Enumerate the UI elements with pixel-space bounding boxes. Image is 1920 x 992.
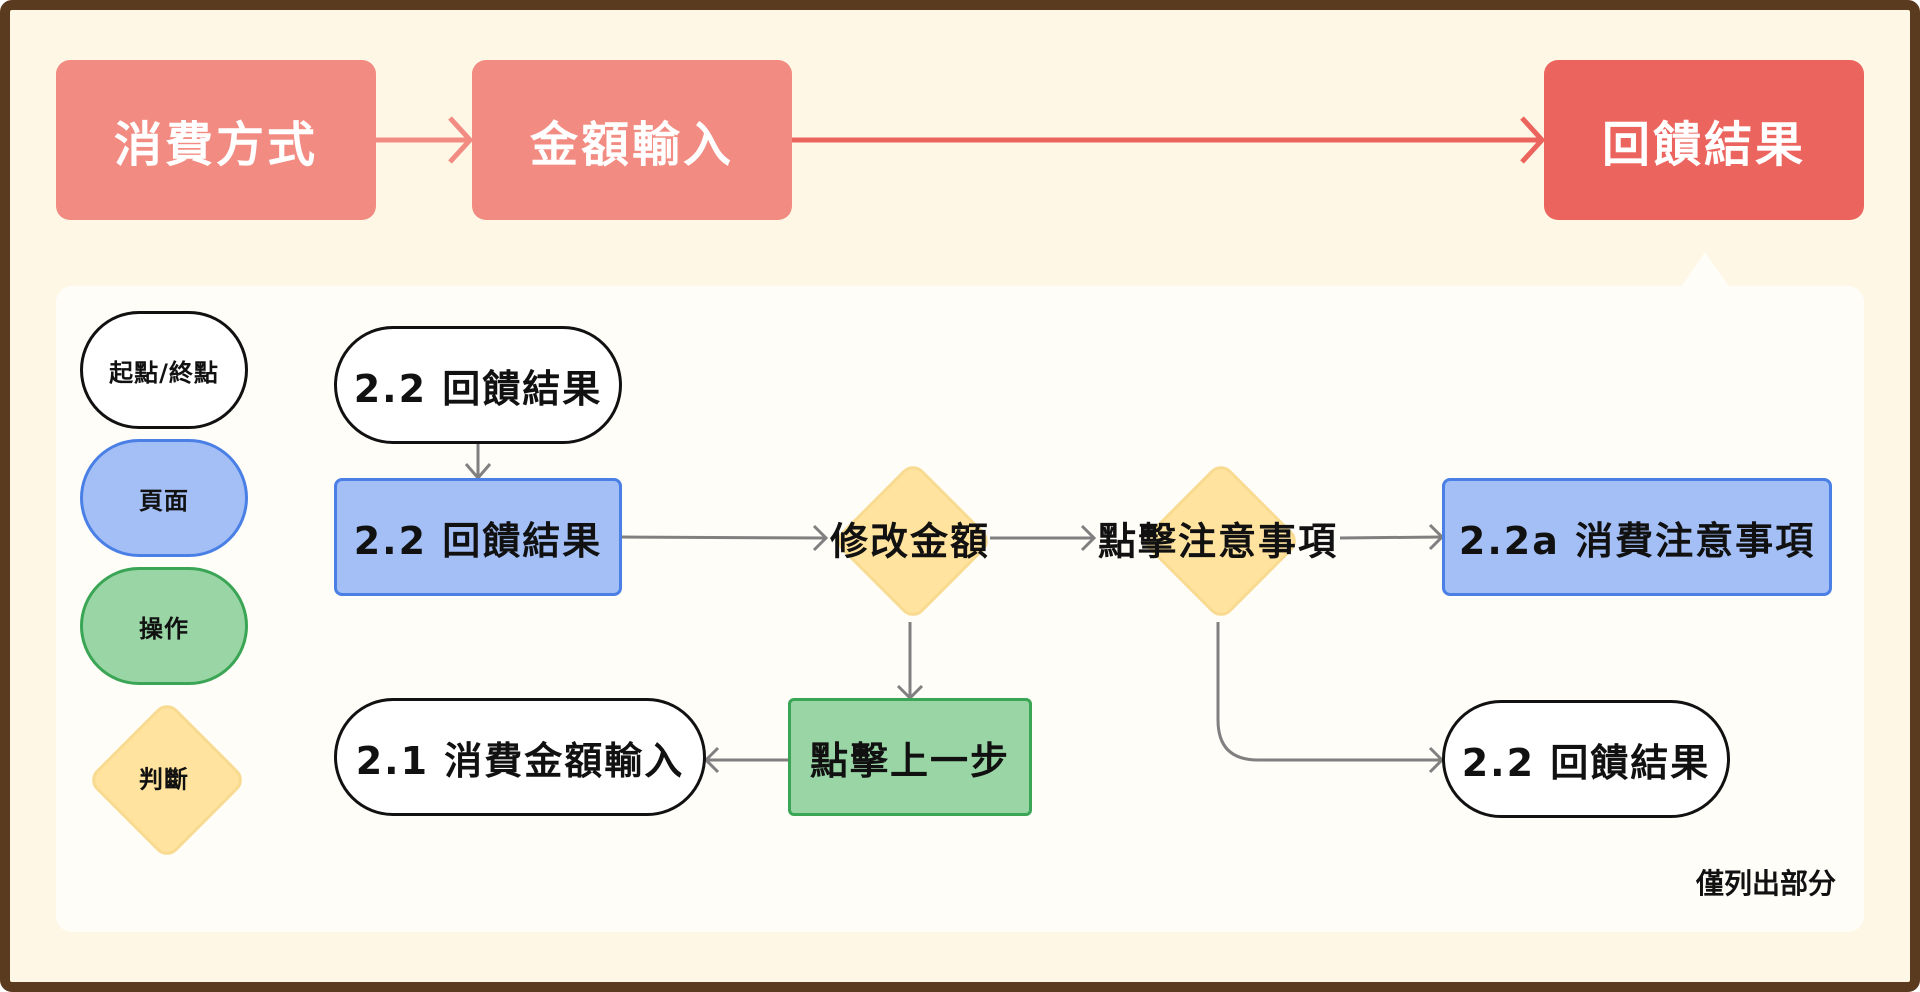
flow-arrow-notes-to-end [1216,622,1442,762]
legend-page: 頁面 [80,439,248,557]
partial-note: 僅列出部分 [1695,867,1836,900]
node-action-back: 點擊上一步 [788,698,1032,816]
legend-decision: 判斷 [139,765,189,794]
flow-arrow-page-to-edit [619,535,827,540]
legend-action: 操作 [80,567,248,685]
node-decision-view-notes: 點擊注意事項 [1097,519,1339,564]
node-page-feedback-result: 2.2 回饋結果 [334,478,622,596]
legend-start-end: 起點/終點 [80,311,248,429]
node-end-amount-input: 2.1 消費金額輸入 [334,698,706,816]
node-page-notes: 2.2a 消費注意事項 [1442,478,1832,596]
node-decision-edit-amount: 修改金額 [829,519,991,564]
node-start-feedback-result: 2.2 回饋結果 [334,326,622,444]
flow-arrow-notes-to-page [1339,535,1443,540]
node-end-feedback-result: 2.2 回饋結果 [1442,700,1730,818]
